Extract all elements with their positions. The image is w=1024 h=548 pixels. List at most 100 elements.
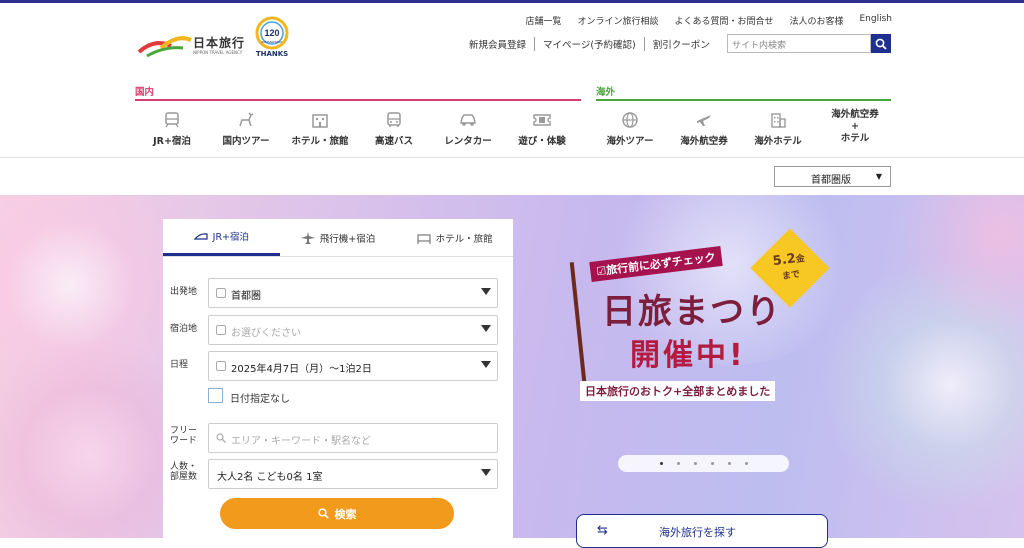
anniversary-thanks: THANKS [255, 50, 289, 58]
departure-select[interactable]: 首都圏 [208, 278, 498, 308]
link-register[interactable]: 新規会員登録 [469, 37, 534, 51]
nav-domestic: JR+宿泊 国内ツアー ホテル・旅館 高速バス レンタカー 遊び・体験 [135, 104, 579, 154]
date-select[interactable]: 2025年4月7日（月）〜1泊2日 [208, 351, 498, 381]
bed-icon [216, 325, 226, 335]
section-label-overseas: 海外 [596, 87, 616, 98]
link-online-consult[interactable]: オンライン旅行相談 [577, 14, 658, 27]
carousel-dot[interactable] [693, 462, 697, 465]
nav-domestic-tour[interactable]: 国内ツアー [209, 104, 283, 154]
caret-down-icon [481, 361, 491, 368]
site-search-button[interactable] [871, 34, 891, 53]
plane-icon [697, 115, 711, 126]
people-label: 人数・ 部屋数 [170, 462, 197, 482]
people-select[interactable]: 大人2名 こども0名 1室 [208, 459, 498, 489]
link-corporate[interactable]: 法人のお客様 [789, 14, 843, 27]
booking-search-label: 検索 [334, 507, 357, 521]
nav-label: 国内ツアー [222, 136, 270, 147]
freeword-row: フリー ワード エリア・キーワード・駅名など [163, 423, 513, 453]
link-mypage[interactable]: マイページ(予約確認) [534, 37, 644, 51]
link-faq[interactable]: よくある質問・お問合せ [674, 14, 773, 27]
link-stores[interactable]: 店舗一覧 [525, 14, 561, 27]
nav-label: 海外ツアー [606, 136, 654, 147]
banner-title-2: 開催中! [630, 338, 746, 373]
link-english[interactable]: English [860, 14, 893, 27]
car-icon [460, 114, 476, 126]
section-line-overseas [596, 99, 891, 101]
hotel-icon [312, 114, 328, 128]
anniversary-ring-icon: 120 ANNIVERSARY [255, 16, 289, 50]
location-icon [216, 288, 226, 298]
nav-jr-stay[interactable]: JR+宿泊 [135, 104, 209, 154]
logo-swoosh-icon [137, 36, 192, 58]
banner-check-label: ☑旅行前に必ずチェック [589, 246, 723, 282]
caret-down-icon [481, 325, 491, 332]
departure-label: 出発地 [170, 287, 198, 297]
freeword-label: フリー ワード [170, 426, 197, 446]
region-select-value: 首都圏版 [811, 175, 851, 186]
nav-overseas-tour[interactable]: 海外ツアー [593, 104, 667, 154]
people-label-2: 部屋数 [170, 472, 198, 482]
nav-overseas: 海外ツアー 海外航空券 海外ホテル 海外航空券 + ホテル [593, 104, 895, 154]
nav-overseas-flight[interactable]: 海外航空券 [667, 104, 741, 154]
date-row: 日程 2025年4月7日（月）〜1泊2日 [163, 351, 513, 381]
people-row: 人数・ 部屋数 大人2名 こども0名 1室 [163, 459, 513, 489]
region-select[interactable]: 首都圏版 ▼ [774, 166, 891, 187]
utility-links: 店舗一覧 オンライン旅行相談 よくある質問・お問合せ 法人のお客様 Englis… [525, 14, 892, 27]
nav-label: 海外航空券 [680, 136, 728, 147]
campaign-banner[interactable]: ☑旅行前に必ずチェック 5.2金 まで 日旅まつり 開催中! 日本旅行のおトク+全… [572, 228, 842, 414]
nav-label: 海外ホテル [754, 136, 802, 147]
train-icon [165, 112, 179, 128]
nav-overseas-hotel[interactable]: 海外ホテル [741, 104, 815, 154]
anniversary-badge: 120 ANNIVERSARY THANKS [252, 16, 292, 62]
nav-label: 遊び・体験 [518, 136, 566, 147]
nav-highway-bus[interactable]: 高速バス [357, 104, 431, 154]
freeword-label-1: フリー [170, 426, 198, 436]
tab-flight-stay[interactable]: 飛行機+宿泊 [280, 219, 397, 256]
banner-date-number: 5.2 [771, 251, 797, 270]
nav-flight-hotel[interactable]: 海外航空券 + ホテル [815, 104, 895, 154]
no-date-label: 日付指定なし [230, 394, 290, 405]
nav-activities[interactable]: 遊び・体験 [505, 104, 579, 154]
stay-placeholder: お選びください [231, 328, 301, 339]
nav-label: 海外航空券 + ホテル [831, 109, 879, 144]
deer-icon [239, 112, 254, 127]
nav-label: レンタカー [444, 136, 492, 147]
departure-row: 出発地 首都圏 [163, 278, 513, 308]
booking-search-button[interactable]: 検索 [220, 498, 454, 529]
freeword-label-2: ワード [170, 436, 198, 446]
site-search-input[interactable]: サイト内検索 [727, 34, 871, 53]
carousel-dot[interactable] [744, 462, 748, 465]
nav-label: 高速バス [374, 136, 413, 147]
stay-select[interactable]: お選びください [208, 315, 498, 345]
no-date-checkbox[interactable] [208, 388, 223, 403]
booking-panel: JR+宿泊 飛行機+宿泊 ホテル・旅館 出発地 首都圏 宿泊地 お選びください … [163, 219, 513, 538]
tab-jr-stay[interactable]: JR+宿泊 [163, 219, 280, 256]
plane-icon [300, 231, 315, 244]
link-coupon[interactable]: 割引クーポン [643, 37, 718, 51]
anniversary-number: 120 [264, 28, 279, 38]
banner-date-weekday: 金 [795, 253, 806, 266]
carousel-dot[interactable] [710, 462, 714, 465]
carousel-indicators [618, 455, 789, 472]
carousel-dot[interactable] [676, 462, 680, 465]
carousel-dot[interactable] [659, 462, 663, 465]
nav-label: ホテル・旅館 [291, 136, 349, 147]
tab-label: 飛行機+宿泊 [319, 233, 376, 245]
banner-date-text: 5.2金 まで [766, 250, 814, 286]
logo-subtext: NIPPON TRAVEL AGENCY [193, 50, 243, 55]
tab-label: ホテル・旅館 [435, 233, 493, 245]
tab-label: JR+宿泊 [212, 232, 250, 243]
nav-rental-car[interactable]: レンタカー [431, 104, 505, 154]
logo-text: 日本旅行 [193, 36, 246, 50]
shinkansen-icon [193, 233, 208, 240]
overseas-search-button[interactable]: ⇆ 海外旅行を探す [576, 514, 828, 548]
nav-hotel-ryokan[interactable]: ホテル・旅館 [283, 104, 357, 154]
freeword-placeholder: エリア・キーワード・駅名など [231, 436, 371, 447]
carousel-dot[interactable] [727, 462, 731, 465]
freeword-input[interactable]: エリア・キーワード・駅名など [208, 423, 498, 453]
search-icon [216, 433, 226, 443]
top-brand-line [0, 0, 1024, 3]
swap-arrows-icon: ⇆ [597, 523, 608, 538]
banner-subtitle: 日本旅行のおトク+全部まとめました [580, 381, 776, 401]
tab-hotel[interactable]: ホテル・旅館 [396, 219, 513, 256]
